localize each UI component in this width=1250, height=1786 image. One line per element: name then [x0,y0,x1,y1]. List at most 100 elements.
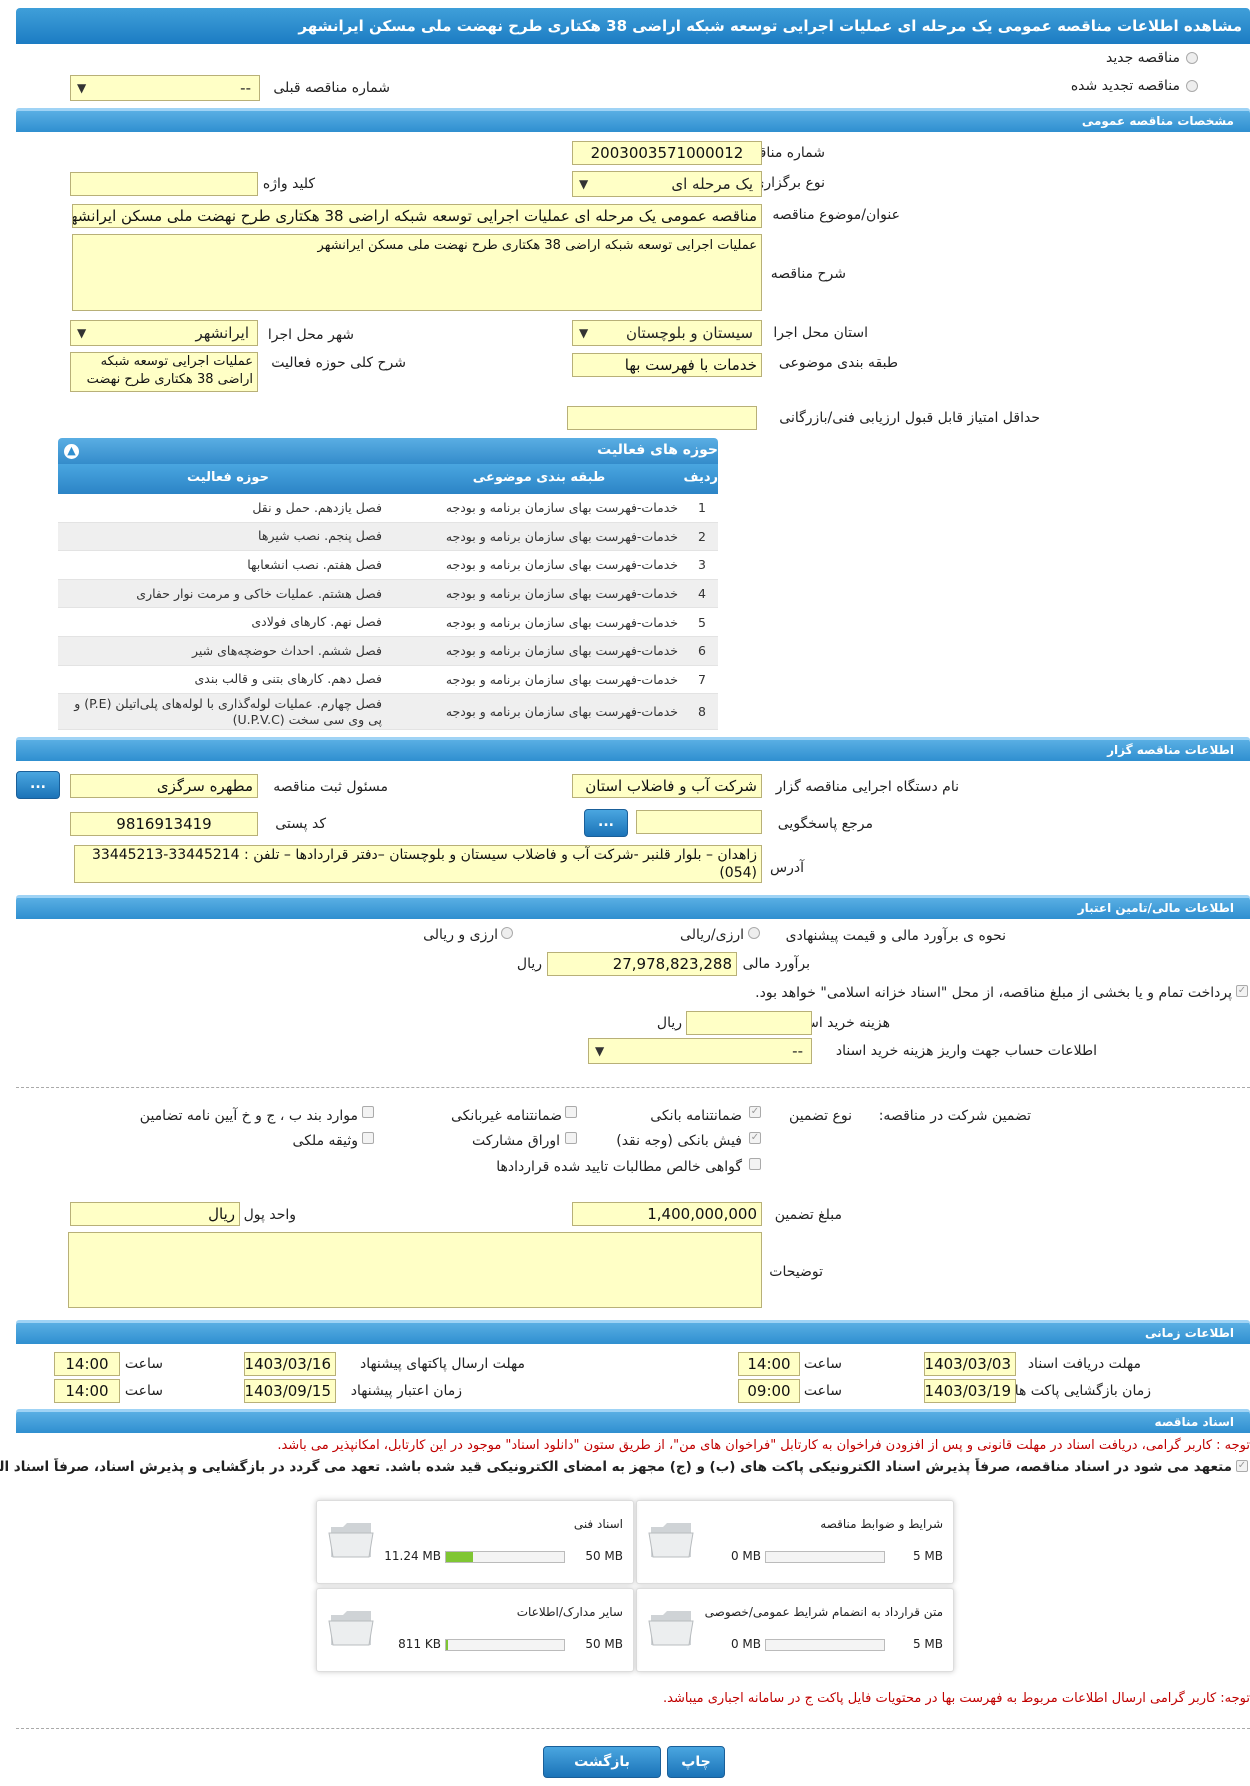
table-row: 4 خدمات-فهرست بهای سازمان برنامه و بودجه ف… [58,579,718,609]
send-date[interactable]: 1403/03/16 [244,1352,336,1376]
number-field[interactable]: 2003003571000012 [572,141,762,165]
account-label: اطلاعات حساب جهت واریز هزینه خرید اسناد [835,1043,1097,1059]
row-number: 1 [698,500,706,516]
ref-more-button[interactable]: ... [584,809,628,837]
file-used: 0 MB [730,1549,761,1563]
row-number: 7 [698,671,706,687]
claims-checkbox[interactable] [749,1158,761,1170]
send-label: مهلت ارسال پاکتهای پیشنهاد [359,1356,525,1372]
city-select[interactable]: ایرانشهر ▼ [70,320,258,346]
validity-time[interactable]: 14:00 [54,1379,120,1403]
file-progress [445,1639,565,1651]
estimate-field[interactable]: 27,978,823,288 [547,952,737,976]
file-card[interactable]: سایر مدارک/اطلاعات 811 KB 50 MB [316,1588,634,1672]
row-area: فصل دهم. کارهای بتنی و قالب بندی [194,671,383,687]
nonbank-guarantee-checkbox[interactable] [565,1106,577,1118]
rial-radio[interactable] [748,927,760,939]
row-area: فصل هشتم. عملیات خاکی و مرمت نوار حفاری [136,585,382,601]
method-label: نحوه ی برآورد مالی و قیمت پیشنهادی [785,928,1006,944]
general-section-header: مشخصات مناقصه عمومی [16,108,1250,132]
account-select[interactable]: -- ▼ [588,1038,812,1064]
type-select[interactable]: یک مرحله ای ▼ [572,171,762,197]
validity-date[interactable]: 1403/09/15 [244,1379,336,1403]
amount-field[interactable]: 1,400,000,000 [572,1202,762,1226]
address-field[interactable]: زاهدان – بلوار قلنبر -شرکت آب و فاضلاب س… [74,845,762,883]
collapse-icon[interactable]: ▲ [64,444,79,459]
divider [16,1087,1250,1088]
opt-nonbank-label: ضمانتنامه غیربانکی [450,1108,562,1124]
responsible-field[interactable]: مطهره سرگزی [70,774,258,798]
keyword-field[interactable] [70,172,258,196]
bank-guarantee-checkbox[interactable]: ✓ [749,1106,761,1118]
send-time[interactable]: 14:00 [54,1352,120,1376]
row-category: خدمات-فهرست بهای سازمان برنامه و بودجه [445,643,678,659]
opt-cash-label: فیش بانکی (وجه نقد) [616,1133,742,1149]
subject-field[interactable]: مناقصه عمومی یک مرحله ای عملیات اجرایی ت… [72,204,762,228]
file-card[interactable]: اسناد فنی 11.24 MB 50 MB [316,1500,634,1584]
activity-desc-field[interactable]: عملیات اجرایی توسعه شبکه اراضی 38 هکتاری… [70,352,258,392]
city-label: شهر محل اجرا [267,327,354,343]
file-card[interactable]: شرایط و ضوابط مناقصه 0 MB 5 MB [636,1500,954,1584]
file-name: شرایط و ضوابط مناقصه [820,1517,943,1531]
doc-cost-field[interactable] [686,1011,812,1035]
opt-claims-label: گواهی خالص مطالبات تایید شده قراردادها [496,1159,742,1175]
org-field[interactable]: شرکت آب و فاضلاب استان [572,774,762,798]
row-number: 4 [698,586,706,602]
chevron-down-icon: ▼ [579,326,589,340]
ref-field[interactable] [636,810,762,834]
file-max: 50 MB [585,1549,623,1563]
table-row: 6 خدمات-فهرست بهای سازمان برنامه و بودجه ف… [58,636,718,666]
type-label: نوع برگزاری [753,175,825,191]
bonds-checkbox[interactable] [565,1132,577,1144]
currency-field[interactable]: ریال [70,1202,240,1226]
prev-number-value: -- [240,79,251,97]
treasury-checkbox[interactable]: ✓ [1236,985,1248,997]
file-max: 50 MB [585,1637,623,1651]
responsible-more-button[interactable]: ... [16,771,60,799]
chevron-down-icon: ▼ [579,177,589,191]
province-value: سیستان و بلوچستان [625,324,753,342]
open-date[interactable]: 1403/03/19 [924,1379,1016,1403]
table-row: 3 خدمات-فهرست بهای سازمان برنامه و بودجه ف… [58,551,718,580]
print-button[interactable]: چاپ [667,1746,725,1778]
table-row: 2 خدمات-فهرست بهای سازمان برنامه و بودجه ف… [58,522,718,552]
responsible-label: مسئول ثبت مناقصه [273,779,388,795]
cash-checkbox[interactable]: ✓ [749,1132,761,1144]
folder-icon [648,1611,694,1646]
postal-field[interactable]: 9816913419 [70,812,258,836]
timing-section-header: اطلاعات زمانی [16,1320,1250,1344]
row-area: فصل پنجم. نصب شیرها [258,528,382,544]
file-max: 5 MB [912,1549,943,1563]
guarantee-type-label: نوع تضمین [789,1108,852,1124]
row-number: 5 [698,614,706,630]
notes-field[interactable] [68,1232,762,1308]
file-card[interactable]: متن قرارداد به انضمام شرایط عمومی/خصوصی 0… [636,1588,954,1672]
ref-label: مرجع پاسخگویی [777,816,873,832]
type-value: یک مرحله ای [671,175,753,193]
min-score-label: حداقل امتیاز قابل قبول ارزیابی فنی/بازرگ… [779,410,1040,426]
activity-table-body: 1 خدمات-فهرست بهای سازمان برنامه و بودجه ف… [58,494,718,731]
province-label: استان محل اجرا [773,325,868,341]
commitment-text: متعهد می شود در اسناد مناقصه، صرفاً پذیر… [0,1459,1232,1475]
desc-field[interactable]: عملیات اجرایی توسعه شبکه اراضی 38 هکتاری… [72,234,762,311]
file-name: متن قرارداد به انضمام شرایط عمومی/خصوصی [704,1605,943,1619]
fx-radio[interactable] [501,927,513,939]
clauses-checkbox[interactable] [362,1106,374,1118]
province-select[interactable]: سیستان و بلوچستان ▼ [572,320,762,346]
price-list-note: توجه: کاربر گرامی ارسال اطلاعات مربوط به… [663,1691,1250,1706]
doc-receive-time[interactable]: 14:00 [738,1352,800,1376]
doc-receive-date[interactable]: 1403/03/03 [924,1352,1016,1376]
open-time[interactable]: 09:00 [738,1379,800,1403]
row-number: 2 [698,528,706,544]
prev-number-select[interactable]: -- ▼ [70,75,260,101]
city-value: ایرانشهر [195,324,249,342]
renewed-tender-radio[interactable] [1186,80,1198,92]
new-tender-radio[interactable] [1186,52,1198,64]
row-area: فصل ششم. احداث حوضچه‌های شیر [192,642,382,658]
category-field[interactable]: خدمات با فهرست بها [572,353,762,377]
min-score-field[interactable] [567,406,757,430]
folder-icon [328,1523,374,1558]
col-row-header: ردیف [683,470,718,485]
back-button[interactable]: بازگشت [543,1746,661,1778]
property-checkbox[interactable] [362,1132,374,1144]
